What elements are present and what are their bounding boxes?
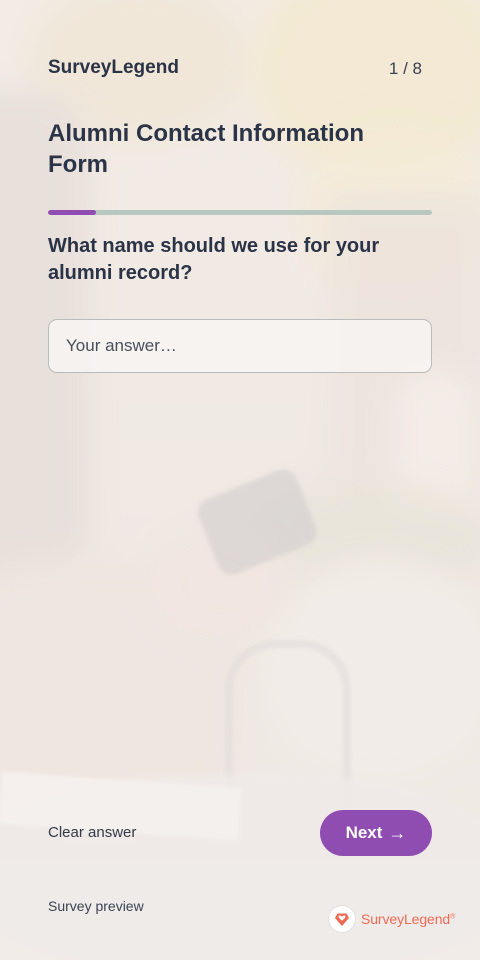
arrow-right-icon: → <box>388 822 407 843</box>
answer-input[interactable] <box>48 319 432 373</box>
survey-preview-label: Survey preview <box>48 898 144 914</box>
heart-diamond-logo-icon <box>328 905 356 933</box>
next-button[interactable]: Next → <box>320 810 432 856</box>
brand-name: SurveyLegend <box>48 57 179 78</box>
page-indicator: 1 / 8 <box>388 59 422 78</box>
progress-bar <box>48 210 432 215</box>
progress-fill <box>48 210 96 215</box>
surveylegend-logo: SurveyLegend® <box>328 905 455 933</box>
clear-answer-button[interactable]: Clear answer <box>48 824 136 841</box>
question-text: What name should we use for your alumni … <box>48 235 380 284</box>
next-button-label: Next <box>345 823 383 842</box>
form-title: Alumni Contact Information Form <box>48 120 364 178</box>
logo-wordmark: SurveyLegend® <box>361 911 456 927</box>
survey-screen: SurveyLegend 1 / 8 Alumni Contact Inform… <box>0 0 480 960</box>
